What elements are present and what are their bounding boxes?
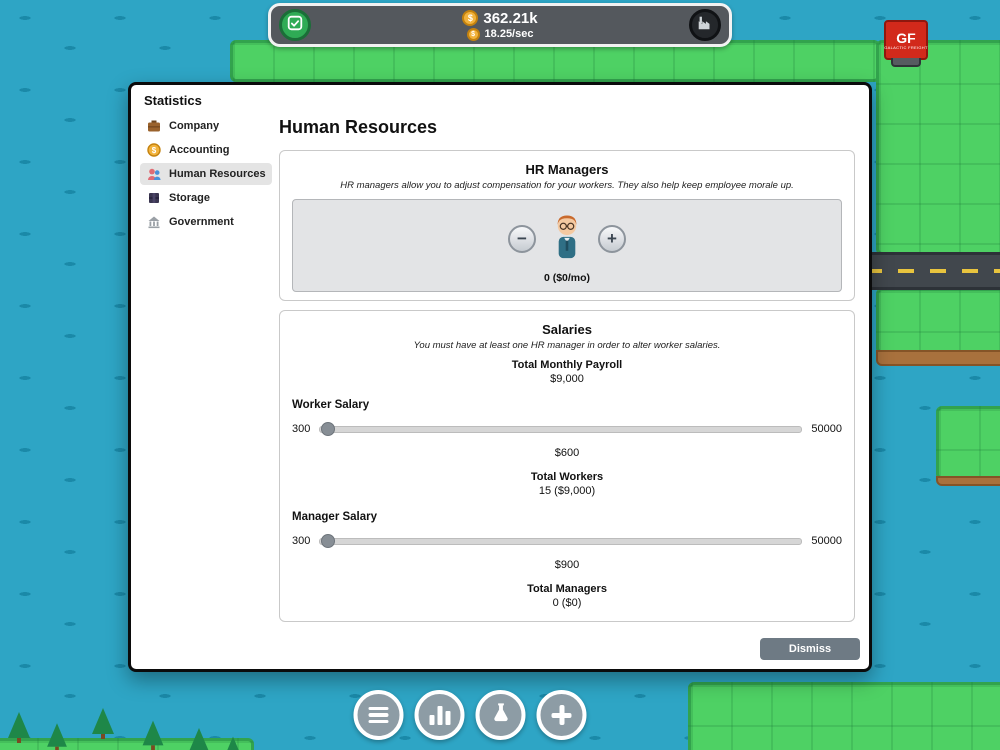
manager-salary-group: Manager Salary 300 50000 $900 Total Mana… — [292, 511, 842, 609]
coin-icon: $ — [147, 143, 161, 157]
bottom-toolbar — [353, 690, 587, 740]
money-display: $ 362.21k $ 18.25/sec — [311, 10, 689, 41]
slider-min-label: 300 — [292, 535, 311, 547]
truck-logo: GF — [896, 29, 916, 46]
manager-salary-slider[interactable] — [319, 534, 803, 548]
research-button[interactable] — [475, 690, 526, 740]
worker-salary-slider-handle[interactable] — [321, 422, 336, 436]
pine-tree — [189, 727, 209, 750]
statistics-content: Human Resources HR Managers HR managers … — [279, 113, 855, 631]
sidebar-item-label: Government — [169, 216, 234, 228]
pine-tree — [224, 736, 242, 750]
menu-icon — [368, 706, 389, 724]
manager-salary-label: Manager Salary — [292, 511, 378, 523]
total-workers-label: Total Workers — [530, 471, 604, 483]
sidebar-item-government[interactable]: Government — [140, 211, 272, 233]
tasks-button[interactable] — [279, 9, 311, 41]
salaries-title: Salaries — [542, 322, 592, 337]
build-button[interactable] — [536, 690, 587, 740]
worker-salary-group: Worker Salary 300 50000 $600 Total Worke… — [292, 399, 842, 497]
money-rate-row: $ 18.25/sec — [466, 27, 534, 41]
money-total: 362.21k — [483, 9, 538, 27]
freight-truck[interactable]: GF GALACTIC FREIGHT — [884, 20, 928, 70]
sidebar-item-human-resources[interactable]: Human Resources — [140, 163, 272, 185]
statistics-button[interactable] — [414, 690, 465, 740]
truck-cab — [891, 58, 921, 67]
slider-max-label: 50000 — [811, 535, 842, 547]
worker-salary-value: $600 — [554, 447, 580, 459]
sidebar-item-company[interactable]: Company — [140, 115, 272, 137]
add-manager-button[interactable]: + — [598, 224, 626, 253]
modal-title: Statistics — [144, 93, 202, 108]
game-screen: GF GALACTIC FREIGHT $ 362.21k $ 18.25/se… — [0, 0, 1000, 750]
total-managers-value: 0 ($0) — [552, 597, 582, 609]
factory-icon — [696, 14, 714, 37]
dirt-edge-mid-right — [936, 476, 1000, 486]
hr-manager-controls: − + — [508, 212, 626, 265]
manager-salary-slider-handle[interactable] — [321, 534, 336, 548]
bar-chart-icon — [429, 705, 450, 725]
coin-icon: $ — [466, 27, 480, 41]
factory-button[interactable] — [689, 9, 721, 41]
pine-tree — [142, 720, 164, 750]
grass-right-upper — [876, 40, 1000, 255]
income-rate: 18.25/sec — [484, 28, 534, 40]
hr-managers-description: HR managers allow you to adjust compensa… — [340, 180, 794, 191]
grass-bottom-left — [0, 738, 254, 750]
manager-salary-value: $900 — [554, 559, 580, 571]
sidebar-item-label: Company — [169, 120, 220, 132]
truck-caption: GALACTIC FREIGHT — [884, 44, 928, 50]
road — [866, 252, 1000, 290]
pine-tree — [8, 712, 30, 743]
statistics-sidebar: Company $ Accounting Human Resources Sto… — [140, 115, 272, 235]
government-building-icon — [147, 215, 161, 229]
menu-button[interactable] — [353, 690, 404, 740]
pine-tree — [47, 723, 67, 750]
coin-icon: $ — [462, 10, 479, 26]
money-total-row: $ 362.21k — [462, 9, 538, 27]
worker-salary-slider[interactable] — [319, 422, 803, 436]
slider-min-label: 300 — [292, 423, 311, 435]
storage-crate-icon — [147, 191, 161, 205]
worker-salary-slider-row: 300 50000 — [292, 422, 842, 436]
sidebar-item-storage[interactable]: Storage — [140, 187, 272, 209]
page-title: Human Resources — [279, 117, 438, 137]
salaries-note: You must have at least one HR manager in… — [413, 340, 721, 351]
sidebar-item-label: Accounting — [169, 144, 230, 156]
road-center-line — [866, 269, 1000, 273]
grass-right-lower — [876, 288, 1000, 354]
worker-salary-label: Worker Salary — [292, 399, 370, 411]
grass-bottom-right — [688, 682, 1000, 750]
dirt-edge-right — [876, 350, 1000, 366]
total-workers-value: 15 ($9,000) — [538, 485, 596, 497]
pine-tree — [92, 708, 114, 739]
payroll-value: $9,000 — [550, 373, 584, 385]
salaries-card: Salaries You must have at least one HR m… — [279, 310, 855, 622]
flask-icon — [489, 701, 512, 729]
hr-managers-title: HR Managers — [525, 162, 609, 177]
hr-manager-avatar — [550, 212, 584, 265]
hr-managers-card: HR Managers HR managers allow you to adj… — [279, 150, 855, 301]
svg-text:$: $ — [152, 146, 157, 155]
total-managers-label: Total Managers — [527, 583, 607, 595]
hud-topbar: $ 362.21k $ 18.25/sec — [268, 3, 732, 47]
briefcase-icon — [147, 119, 161, 133]
calendar-check-icon — [286, 14, 304, 37]
sidebar-item-label: Human Resources — [169, 168, 266, 180]
dismiss-button[interactable]: Dismiss — [760, 638, 860, 660]
manager-salary-slider-row: 300 50000 — [292, 534, 842, 548]
sidebar-item-accounting[interactable]: $ Accounting — [140, 139, 272, 161]
remove-manager-button[interactable]: − — [508, 224, 536, 253]
payroll-label: Total Monthly Payroll — [511, 359, 623, 371]
sidebar-item-label: Storage — [169, 192, 210, 204]
plus-icon — [551, 705, 572, 725]
truck-container: GF GALACTIC FREIGHT — [884, 20, 928, 60]
slider-max-label: 50000 — [811, 423, 842, 435]
grass-patch-mid-right — [936, 406, 1000, 480]
hr-managers-panel: − + 0 ($0/mo) — [292, 199, 842, 292]
people-icon — [147, 167, 161, 181]
hr-manager-count: 0 ($0/mo) — [543, 272, 591, 284]
statistics-modal: Statistics Company $ Accounting Human Re… — [128, 82, 872, 672]
